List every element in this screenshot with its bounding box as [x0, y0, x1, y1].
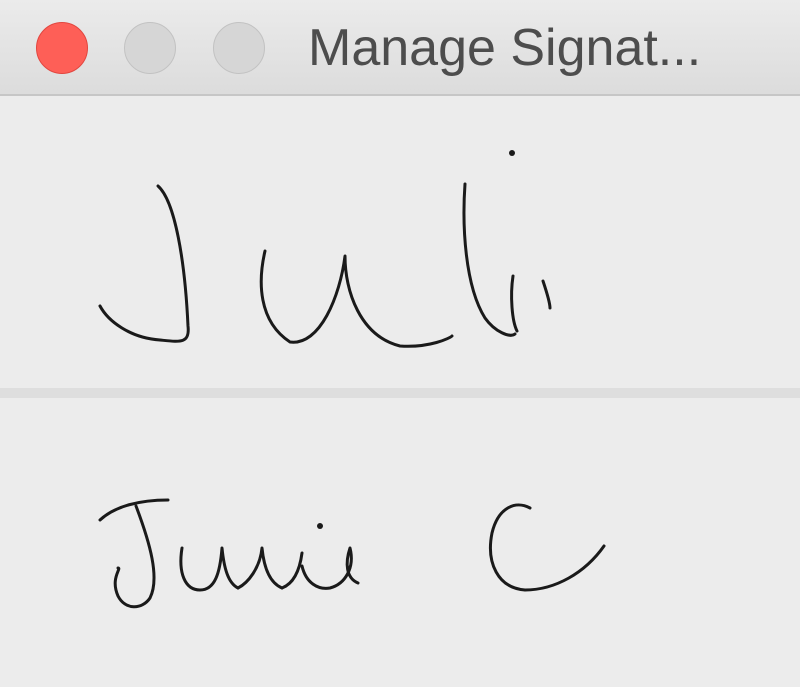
close-button[interactable]	[36, 22, 88, 74]
signature-separator	[0, 388, 800, 398]
window-title: Manage Signat...	[308, 19, 702, 77]
signature-image-2	[98, 498, 606, 609]
signature-image-1	[98, 150, 552, 348]
manage-signatures-window: Manage Signat...	[0, 0, 800, 687]
minimize-button[interactable]	[124, 22, 176, 74]
i-dot	[509, 150, 515, 156]
zoom-button[interactable]	[213, 22, 265, 74]
i-dot	[317, 523, 323, 529]
signature-item-2[interactable]	[0, 398, 800, 687]
signature-item-1[interactable]	[0, 96, 800, 388]
title-bar[interactable]: Manage Signat...	[0, 0, 800, 96]
